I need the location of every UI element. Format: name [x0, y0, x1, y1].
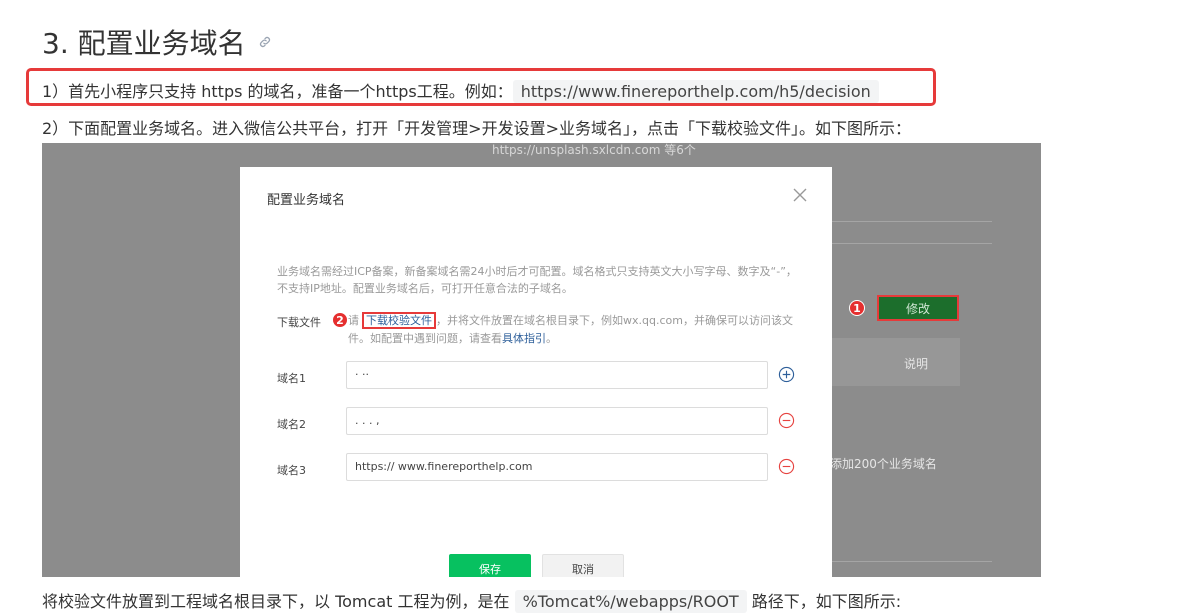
add-domain-icon[interactable]	[778, 366, 795, 383]
section-heading: 3. 配置业务域名	[42, 22, 272, 62]
domain3-label: 域名3	[277, 464, 306, 477]
domain1-label: 域名1	[277, 372, 306, 385]
remove-domain-icon[interactable]	[778, 458, 795, 475]
download-suffix: ，并将文件放置在域名根目录下，例如wx.qq.com，并确保可以访问该文	[436, 314, 793, 327]
modal-title: 配置业务域名	[267, 193, 346, 208]
step-badge-2: 2	[332, 312, 348, 328]
domain2-input[interactable]: . . . ,	[346, 407, 768, 435]
domain3-input[interactable]: https:// www.finereporthelp.com	[346, 453, 768, 481]
config-domain-modal: 配置业务域名 业务域名需经过ICP备案，新备案域名需24小时后才可配置。域名格式…	[240, 167, 832, 577]
download-prefix: 请	[348, 314, 359, 327]
bg-divider	[832, 243, 992, 244]
step3-code: %Tomcat%/webapps/ROOT	[514, 590, 747, 613]
section-title: 3. 配置业务域名	[42, 27, 246, 60]
step3-text-before: 将校验文件放置到工程域名根目录下，以 Tomcat 工程为例，是在	[42, 592, 510, 611]
download-line2-suffix: 。	[546, 332, 557, 345]
bg-divider	[832, 221, 992, 222]
domain-rules-notice: 业务域名需经过ICP备案，新备案域名需24小时后才可配置。域名格式只支持英文大小…	[277, 265, 797, 295]
step1-code: https://www.finereporthelp.com/h5/decisi…	[512, 80, 879, 103]
modify-button[interactable]: 修改	[877, 295, 959, 321]
close-icon[interactable]	[792, 187, 808, 203]
domain1-input[interactable]: · ··	[346, 361, 768, 389]
step-badge-1: 1	[849, 300, 865, 316]
download-instructions: 请下载校验文件 ，并将文件放置在域名根目录下，例如wx.qq.com，并确保可以访…	[348, 312, 798, 329]
step1-text: 1）首先小程序只支持 https 的域名，准备一个https工程。例如：	[42, 82, 513, 101]
download-line2-prefix: 件。如配置中遇到问题，请查看	[348, 332, 502, 345]
download-instructions-line2: 件。如配置中遇到问题，请查看具体指引。	[348, 330, 557, 346]
step3-paragraph: 将校验文件放置到工程域名根目录下，以 Tomcat 工程为例，是在 %Tomca…	[42, 588, 902, 613]
save-button[interactable]: 保存	[449, 554, 531, 577]
download-verify-file-link[interactable]: 下载校验文件	[362, 312, 436, 329]
bg-domain-list-text: https://unsplash.sxlcdn.com 等6个	[492, 143, 696, 157]
bg-limit-text: 添加200个业务域名	[830, 457, 937, 471]
domain2-label: 域名2	[277, 418, 306, 431]
bg-divider	[832, 561, 992, 562]
step3-text-after: 路径下，如下图所示:	[746, 592, 902, 611]
bg-table-header	[832, 338, 960, 386]
wechat-config-screenshot: https://unsplash.sxlcdn.com 等6个 说明 添加200…	[42, 143, 1041, 577]
bg-column-header: 说明	[904, 357, 929, 371]
step2-paragraph: 2）下面配置业务域名。进入微信公共平台，打开「开发管理>开发设置>业务域名」，点…	[42, 119, 911, 138]
step1-paragraph: 1）首先小程序只支持 https 的域名，准备一个https工程。例如： http…	[42, 78, 879, 103]
download-file-label: 下载文件	[277, 316, 321, 329]
anchor-link-icon[interactable]	[258, 35, 272, 49]
cancel-button[interactable]: 取消	[542, 554, 624, 577]
guide-link[interactable]: 具体指引	[502, 332, 546, 345]
remove-domain-icon[interactable]	[778, 412, 795, 429]
